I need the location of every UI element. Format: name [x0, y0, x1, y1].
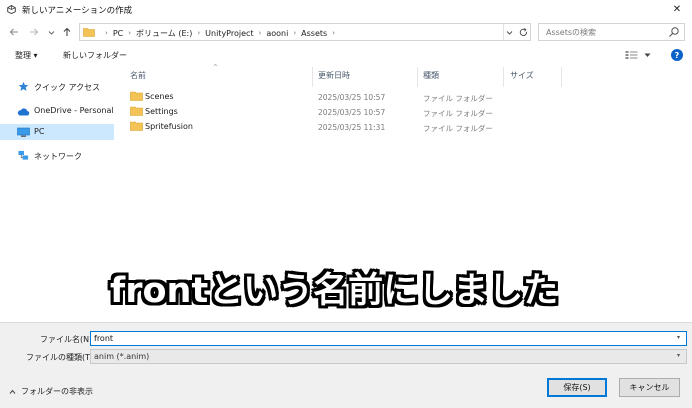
back-button[interactable]: [7, 25, 21, 39]
table-row[interactable]: Settings 2025/03/25 10:57 ファイル フォルダー: [118, 105, 498, 120]
address-history-dropdown[interactable]: [503, 24, 515, 40]
caret-down-icon: [644, 53, 651, 57]
column-header-size[interactable]: サイズ: [510, 70, 534, 81]
view-list-icon: [625, 51, 638, 59]
sidebar-item-label: OneDrive - Personal: [34, 106, 114, 115]
file-date: 2025/03/25 10:57: [318, 93, 386, 102]
arrow-right-icon: [30, 28, 39, 36]
sidebar-item-network[interactable]: ネットワーク: [0, 148, 114, 164]
hide-folders-toggle[interactable]: フォルダーの非表示: [9, 386, 93, 397]
cloud-icon: [17, 108, 30, 116]
crumb-volume[interactable]: ボリューム (E:): [136, 28, 192, 39]
refresh-button[interactable]: [516, 24, 530, 40]
crumb-pc[interactable]: PC: [113, 29, 123, 38]
chevron-up-icon: [9, 389, 16, 394]
new-folder-button[interactable]: 新しいフォルダー: [63, 50, 127, 61]
forward-button[interactable]: [27, 25, 41, 39]
file-date: 2025/03/25 10:57: [318, 108, 386, 117]
close-button[interactable]: ✕: [662, 0, 692, 18]
caption-overlay: frontという名前にしました: [110, 271, 559, 311]
sidebar-item-label: クイック アクセス: [34, 83, 101, 92]
hide-folders-label: フォルダーの非表示: [21, 387, 93, 396]
column-header-name[interactable]: 名前: [130, 70, 146, 81]
file-name: Settings: [145, 107, 178, 116]
folder-icon: [130, 121, 143, 131]
view-options-button[interactable]: [625, 50, 651, 60]
chevron-down-icon: [48, 30, 54, 35]
filetype-select[interactable]: anim (*.anim): [90, 349, 687, 364]
chevron-down-icon: [506, 30, 513, 35]
folder-icon: [130, 106, 143, 116]
help-icon: ?: [674, 50, 680, 60]
refresh-icon: [519, 27, 527, 36]
filename-label: ファイル名(N):: [40, 335, 95, 344]
crumb-unityproject[interactable]: UnityProject: [205, 29, 253, 38]
crumb-aooni[interactable]: aooni: [266, 29, 288, 38]
sidebar-item-label: ネットワーク: [34, 152, 82, 161]
up-button[interactable]: [60, 25, 74, 39]
filename-dropdown-icon[interactable]: ▾: [677, 334, 680, 341]
filetype-dropdown-icon[interactable]: ▾: [677, 352, 680, 359]
folder-icon: [83, 28, 95, 37]
column-header-type[interactable]: 種類: [423, 70, 439, 81]
search-placeholder: Assetsの検索: [546, 28, 597, 37]
monitor-icon: [17, 127, 30, 137]
file-type: ファイル フォルダー: [423, 94, 493, 103]
search-icon[interactable]: [668, 26, 680, 38]
recent-locations-button[interactable]: [44, 25, 58, 39]
network-icon: [18, 150, 29, 160]
folder-icon: [130, 91, 143, 101]
column-header-date[interactable]: 更新日時: [318, 70, 350, 81]
crumb-assets[interactable]: Assets: [301, 29, 327, 38]
file-name: Scenes: [145, 92, 174, 101]
window-title: 新しいアニメーションの作成: [22, 6, 133, 16]
new-folder-label: 新しいフォルダー: [63, 51, 127, 60]
close-icon: ✕: [672, 3, 682, 15]
filename-input[interactable]: front: [90, 331, 687, 346]
help-button[interactable]: ?: [671, 49, 683, 61]
organize-label: 整理 ▾: [15, 51, 38, 60]
unity-app-icon: [7, 5, 16, 14]
title-bar: 新しいアニメーションの作成 ✕: [0, 0, 692, 18]
cancel-button-label: キャンセル: [629, 383, 670, 392]
save-button[interactable]: 保存(S): [547, 378, 607, 397]
table-row[interactable]: Spritefusion 2025/03/25 11:31 ファイル フォルダー: [118, 120, 498, 135]
sidebar-item-label: PC: [34, 127, 45, 136]
save-button-label: 保存(S): [563, 383, 591, 392]
sidebar-item-onedrive[interactable]: OneDrive - Personal: [0, 103, 114, 119]
organize-button[interactable]: 整理 ▾: [15, 50, 38, 61]
cancel-button[interactable]: キャンセル: [619, 378, 680, 397]
file-date: 2025/03/25 11:31: [318, 123, 386, 132]
file-type: ファイル フォルダー: [423, 109, 493, 118]
file-type: ファイル フォルダー: [423, 124, 493, 133]
sidebar-item-pc[interactable]: PC: [0, 124, 114, 140]
arrow-up-icon: [63, 27, 71, 36]
filetype-label: ファイルの種類(T):: [26, 353, 96, 362]
sort-caret-icon: ^: [213, 64, 219, 71]
breadcrumb: › PC › ボリューム (E:) › UnityProject › aooni…: [105, 28, 336, 39]
file-name: Spritefusion: [145, 122, 193, 131]
star-icon: [18, 81, 29, 91]
table-row[interactable]: Scenes 2025/03/25 10:57 ファイル フォルダー: [118, 90, 498, 105]
sidebar-item-quick-access[interactable]: クイック アクセス: [0, 79, 114, 95]
arrow-left-icon: [9, 28, 18, 36]
